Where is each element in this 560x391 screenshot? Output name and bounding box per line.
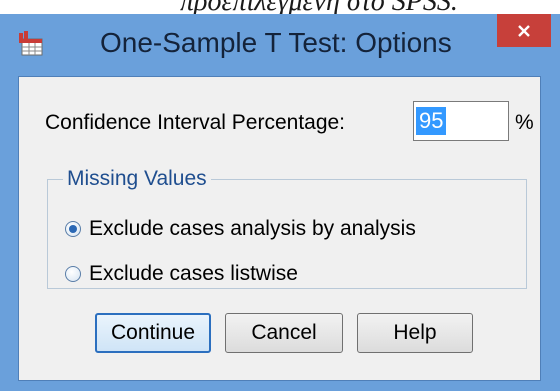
close-icon (516, 23, 532, 39)
confidence-interval-label: Confidence Interval Percentage: (45, 111, 346, 134)
radio-exclude-listwise[interactable]: Exclude cases listwise (65, 262, 298, 286)
options-dialog: One-Sample T Test: Options Confidence In… (0, 14, 560, 391)
radio-button[interactable] (65, 266, 81, 282)
percent-unit-label: % (515, 111, 534, 134)
confidence-interval-input[interactable]: 95 (413, 101, 509, 141)
radio-button-checked[interactable] (65, 221, 81, 237)
radio-exclude-analysis-by-analysis[interactable]: Exclude cases analysis by analysis (65, 217, 416, 241)
continue-button[interactable]: Continue (95, 313, 211, 353)
dialog-client-area: Confidence Interval Percentage: 95 % Mis… (18, 76, 541, 381)
help-button[interactable]: Help (357, 313, 473, 353)
radio-label: Exclude cases listwise (89, 262, 298, 285)
title-bar[interactable]: One-Sample T Test: Options (0, 14, 560, 76)
close-button[interactable] (497, 14, 551, 47)
dialog-title: One-Sample T Test: Options (100, 27, 452, 58)
cancel-button[interactable]: Cancel (225, 313, 343, 353)
missing-values-legend: Missing Values (63, 167, 211, 191)
confidence-interval-value: 95 (416, 107, 447, 135)
spss-table-icon (17, 30, 45, 58)
radio-label: Exclude cases analysis by analysis (89, 217, 416, 240)
